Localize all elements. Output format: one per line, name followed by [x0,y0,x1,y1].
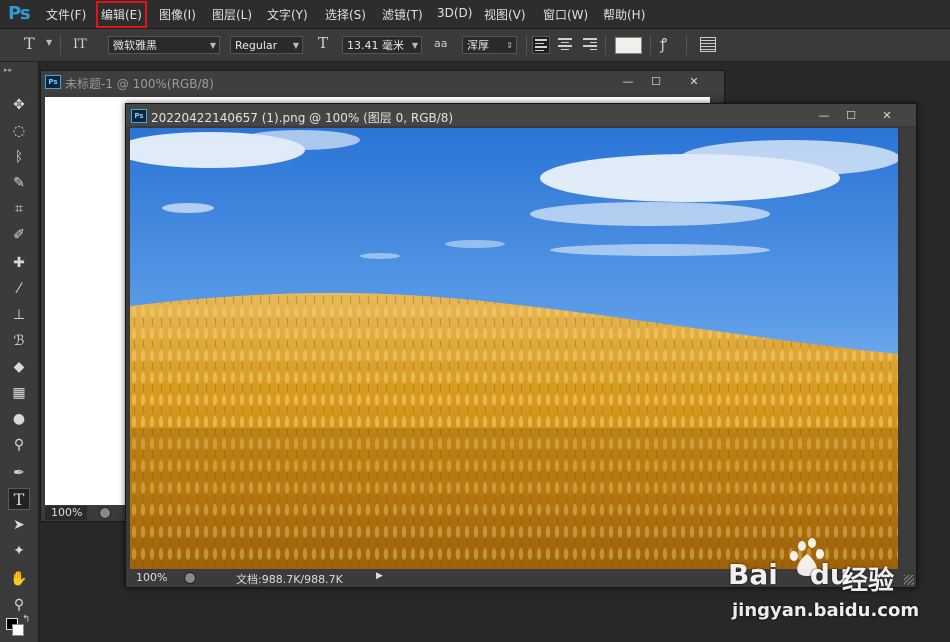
font-size-value: 13.41 毫米 [347,39,404,52]
font-style-select[interactable]: Regular ▼ [230,36,303,54]
crop-tool[interactable]: ⌗ [8,198,30,220]
close-button[interactable]: ✕ [681,74,707,89]
menu-type[interactable]: 文字(Y) [267,6,308,23]
menu-help[interactable]: 帮助(H) [603,6,645,23]
menu-3d[interactable]: 3D(D) [437,6,472,20]
chevron-down-icon: ▼ [209,41,216,50]
path-select-tool[interactable]: ➤ [8,514,30,536]
dodge-tool[interactable]: ⚲ [8,434,30,456]
vertical-scrollbar[interactable] [902,128,916,569]
align-center-button[interactable] [556,36,574,54]
blur-tool[interactable]: ● [8,408,30,430]
healing-tool[interactable]: ✚ [8,252,30,274]
align-right-button[interactable] [581,36,599,54]
panel-grip-icon[interactable]: ▸▸ [4,66,13,74]
chevron-down-icon: ▼ [292,41,299,50]
font-style-value: Regular [235,39,278,52]
preset-chevron-down-icon[interactable]: ▼ [46,38,52,47]
menu-edit[interactable]: 编辑(E) [96,1,147,28]
type-tool[interactable]: T [8,488,30,510]
chevron-down-icon: ▼ [411,41,418,50]
stamp-tool[interactable]: ⊥ [8,304,30,326]
font-size-icon: T [318,34,329,52]
watermark-brand: Bai [728,558,778,591]
divider [686,35,687,55]
wheat-field-photo[interactable] [130,128,898,569]
close-button[interactable]: ✕ [874,108,900,123]
menu-bar: Ps 文件(F) 编辑(E) 图像(I) 图层(L) 文字(Y) 选择(S) 滤… [0,0,950,29]
shape-tool[interactable]: ✦ [8,540,30,562]
minimize-button[interactable]: — [615,74,641,89]
eraser-tool[interactable]: ◆ [8,356,30,378]
pen-tool[interactable]: ✒ [8,462,30,484]
marquee-tool[interactable]: ◌ [8,120,30,142]
swap-colors-icon[interactable]: ↰ [22,614,30,625]
font-size-input[interactable]: 13.41 毫米 ▼ [342,36,422,54]
document-title-bar[interactable]: Ps 20220422140657 (1).png @ 100% (图层 0, … [126,104,916,126]
gradient-tool[interactable]: ▦ [8,382,30,404]
minimize-button[interactable]: — [811,108,837,123]
status-info-icon[interactable] [184,572,196,584]
antialias-select[interactable]: 浑厚 ⇕ [462,36,517,54]
status-info-icon[interactable] [99,507,111,519]
maximize-button[interactable]: ☐ [838,108,864,123]
baidu-jingyan-watermark: Bai du 经验 jingyan.baidu.com [724,532,950,632]
move-tool[interactable]: ✥ [8,94,30,116]
divider [526,35,527,55]
options-bar: T ▼ IT 微软雅黑 ▼ Regular ▼ T 13.41 毫米 ▼ aa … [0,29,950,62]
warp-text-icon[interactable]: ꝭ [660,34,667,54]
type-tool-preset-icon[interactable]: T [24,34,35,53]
divider [650,35,651,55]
menu-view[interactable]: 视图(V) [484,6,526,23]
zoom-tool[interactable]: ⚲ [8,594,30,616]
brush-tool[interactable]: ⁄ [8,278,30,300]
background-color-swatch[interactable] [12,624,24,636]
status-menu-arrow-icon[interactable]: ▶ [376,571,383,581]
font-family-value: 微软雅黑 [113,39,157,52]
ps-doc-icon: Ps [131,109,147,123]
menu-window[interactable]: 窗口(W) [543,6,588,23]
history-brush-tool[interactable]: ℬ [8,330,30,352]
menu-layer[interactable]: 图层(L) [212,6,252,23]
menu-select[interactable]: 选择(S) [325,6,366,23]
align-left-button[interactable] [532,36,550,54]
chevron-updown-icon: ⇕ [506,41,513,50]
menu-filter[interactable]: 滤镜(T) [382,6,423,23]
watermark-cn: 经验 [842,566,895,596]
quick-select-tool[interactable]: ✎ [8,172,30,194]
zoom-level[interactable]: 100% [45,506,87,520]
font-family-select[interactable]: 微软雅黑 ▼ [108,36,220,54]
watermark-url: jingyan.baidu.com [732,600,920,621]
lasso-tool[interactable]: ᛒ [8,146,30,168]
document-title: 20220422140657 (1).png @ 100% (图层 0, RGB… [151,111,454,125]
eyedropper-tool[interactable]: ✐ [8,224,30,246]
antialias-value: 浑厚 [467,39,489,52]
maximize-button[interactable]: ☐ [643,74,669,89]
character-panel-icon[interactable] [700,37,716,52]
document-title: 未标题-1 @ 100%(RGB/8) [65,77,214,91]
document-size-info: 文档:988.7K/988.7K [236,573,343,586]
photoshop-logo: Ps [8,3,31,24]
wheat-field-image [130,128,898,569]
document-title-bar[interactable]: Ps 未标题-1 @ 100%(RGB/8) — ☐ ✕ [41,71,724,93]
text-orientation-icon[interactable]: IT [73,37,87,52]
divider [605,35,606,55]
divider [60,35,61,55]
ps-doc-icon: Ps [45,75,61,89]
hand-tool[interactable]: ✋ [8,568,30,590]
zoom-level[interactable]: 100% [130,571,172,585]
antialias-icon: aa [434,37,448,50]
menu-image[interactable]: 图像(I) [159,6,196,23]
menu-file[interactable]: 文件(F) [46,6,86,23]
text-color-swatch[interactable] [615,37,642,54]
document-window-image: Ps 20220422140657 (1).png @ 100% (图层 0, … [125,103,917,588]
tools-panel: ▸▸ ✥ ◌ ᛒ ✎ ⌗ ✐ ✚ ⁄ ⊥ ℬ ◆ ▦ ● ⚲ ✒ T ➤ ✦ ✋ ⚲ ↰ [0,62,39,642]
